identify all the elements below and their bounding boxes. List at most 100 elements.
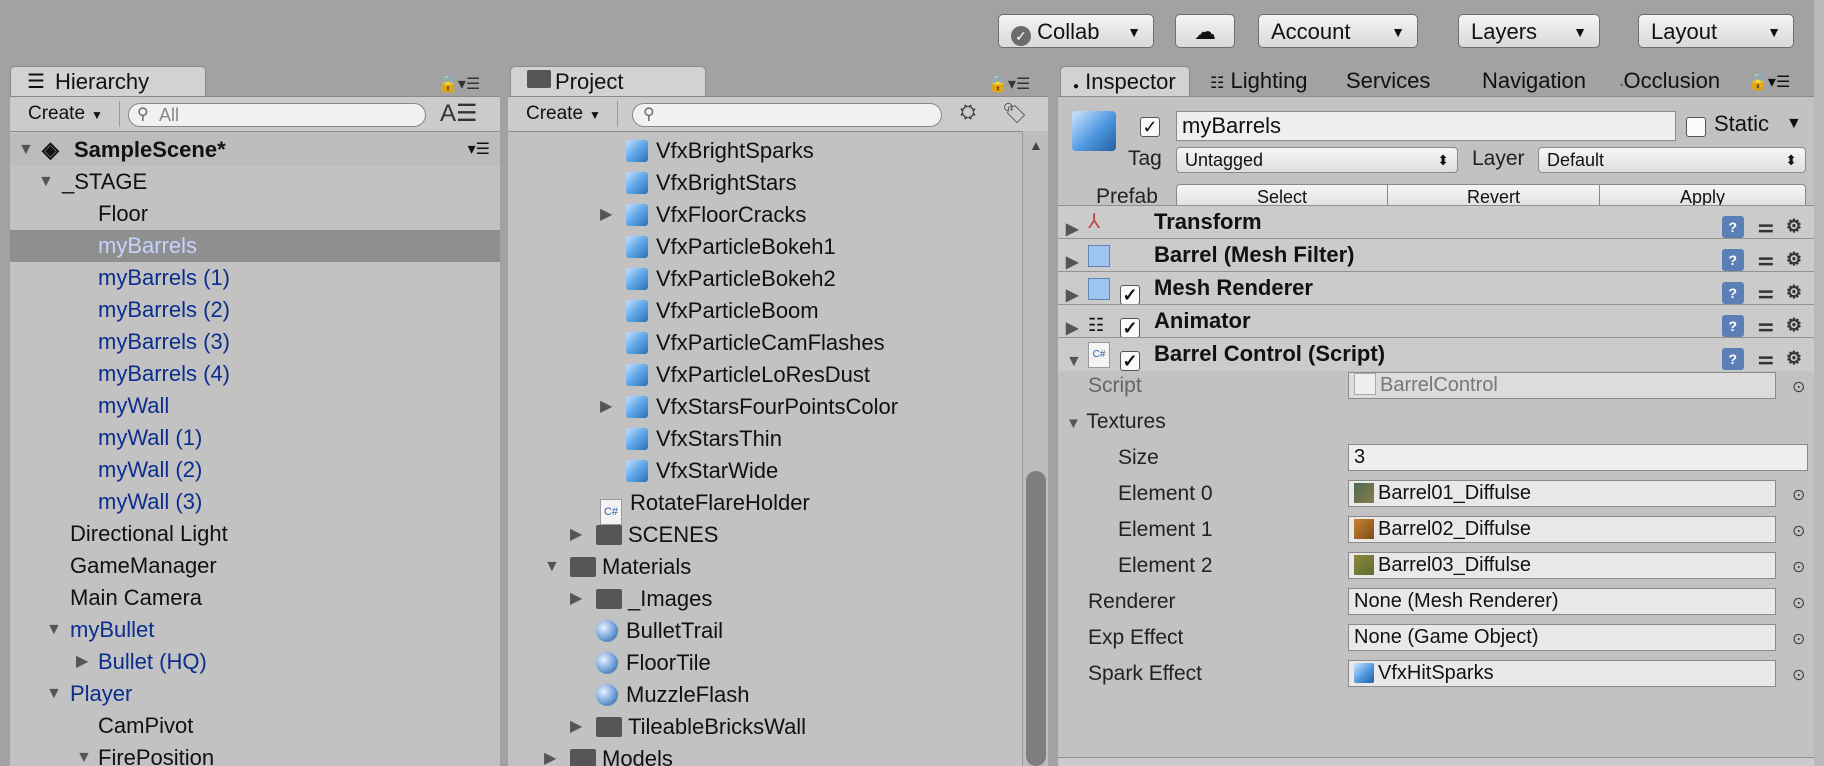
component-next-partial[interactable] <box>1058 757 1814 766</box>
tree-item[interactable]: ▶ Models <box>508 743 1018 766</box>
tree-item[interactable]: ▶ SCENES <box>508 519 1018 551</box>
preset-sliders-icon[interactable]: ⚌ <box>1758 315 1774 335</box>
tree-item[interactable]: VfxParticleBoom <box>508 295 1018 327</box>
help-book-icon[interactable]: ? <box>1721 249 1744 271</box>
filter-icon[interactable]: A☰ <box>440 99 478 128</box>
object-picker-icon[interactable]: ⊙ <box>1792 629 1805 649</box>
hierarchy-create-button[interactable]: Create ▼ <box>20 101 120 127</box>
hierarchy-panel-menu[interactable]: 🔒▾☰ <box>438 74 480 94</box>
collapse-triangle-icon[interactable]: ▼ <box>46 614 62 646</box>
static-checkbox[interactable] <box>1686 117 1706 142</box>
tree-item[interactable]: ▶ _Images <box>508 583 1018 615</box>
tree-item[interactable]: Main Camera <box>10 582 500 614</box>
expand-triangle-icon[interactable]: ▶ <box>600 391 612 423</box>
expand-triangle-icon[interactable]: ▶ <box>544 743 556 766</box>
tree-item[interactable]: GameManager <box>10 550 500 582</box>
gear-icon[interactable]: ⚙ <box>1786 282 1802 302</box>
hierarchy-search-input[interactable]: ⚲ All <box>128 103 426 127</box>
preset-sliders-icon[interactable]: ⚌ <box>1758 348 1774 368</box>
tree-item[interactable]: MuzzleFlash <box>508 679 1018 711</box>
tree-item[interactable]: myWall (3) <box>10 486 500 518</box>
tree-item[interactable]: VfxStarsThin <box>508 423 1018 455</box>
collapse-triangle-icon[interactable]: ▼ <box>38 166 54 198</box>
tree-item[interactable]: BulletTrail <box>508 615 1018 647</box>
scroll-up-arrow-icon[interactable]: ▲ <box>1029 137 1043 153</box>
gear-icon[interactable]: ⚙ <box>1786 348 1802 368</box>
account-dropdown[interactable]: Account ▼ <box>1258 14 1418 48</box>
help-book-icon[interactable]: ? <box>1721 216 1744 238</box>
tree-item[interactable]: ▼ _STAGE <box>10 166 500 198</box>
preset-sliders-icon[interactable]: ⚌ <box>1758 216 1774 236</box>
tree-item[interactable]: myBarrels (4) <box>10 358 500 390</box>
scene-row[interactable]: ▼ ◈ SampleScene* ▾☰ <box>10 134 500 166</box>
collapse-triangle-icon[interactable]: ▼ <box>46 678 62 710</box>
tree-item[interactable]: VfxParticleLoResDust <box>508 359 1018 391</box>
scrollbar-thumb[interactable] <box>1026 471 1046 766</box>
object-picker-icon[interactable]: ⊙ <box>1792 557 1805 577</box>
help-book-icon[interactable]: ? <box>1721 282 1744 304</box>
gear-icon[interactable]: ⚙ <box>1786 216 1802 236</box>
layer-dropdown[interactable]: Default ⬍ <box>1538 147 1806 173</box>
cloud-button[interactable]: ☁ <box>1175 14 1235 48</box>
project-search-input[interactable]: ⚲ <box>632 103 942 127</box>
expand-triangle-icon[interactable]: ▶ <box>570 519 582 551</box>
element2-field[interactable]: Barrel03_Diffulse <box>1348 552 1776 579</box>
renderer-field[interactable]: None (Mesh Renderer) <box>1348 588 1776 615</box>
menu-icon[interactable]: ▾☰ <box>468 134 490 166</box>
tree-item[interactable]: myBarrels <box>10 230 500 262</box>
help-book-icon[interactable]: ? <box>1721 315 1744 337</box>
preset-sliders-icon[interactable]: ⚌ <box>1758 282 1774 302</box>
active-checkbox[interactable]: ✓ <box>1140 117 1160 138</box>
preset-sliders-icon[interactable]: ⚌ <box>1758 249 1774 269</box>
object-picker-icon[interactable]: ⊙ <box>1792 485 1805 505</box>
collab-dropdown[interactable]: ✓ Collab ▼ <box>998 14 1154 48</box>
tree-item[interactable]: ▼ myBullet <box>10 614 500 646</box>
spark-effect-field[interactable]: VfxHitSparks <box>1348 660 1776 687</box>
textures-foldout[interactable]: ▼ Textures <box>1066 408 1166 438</box>
tree-item[interactable]: ▶ VfxFloorCracks <box>508 199 1018 231</box>
tree-item[interactable]: ▶ VfxStarsFourPointsColor <box>508 391 1018 423</box>
component-animator[interactable]: ▶ ☷ ✓ Animator ? ⚌ ⚙ <box>1058 304 1814 338</box>
tab-navigation[interactable]: Navigation <box>1482 66 1586 96</box>
tree-item[interactable]: myWall (2) <box>10 454 500 486</box>
help-book-icon[interactable]: ? <box>1721 348 1744 370</box>
tree-item[interactable]: CamPivot <box>10 710 500 742</box>
tree-item[interactable]: ▼ Player <box>10 678 500 710</box>
project-panel-menu[interactable]: 🔒▾☰ <box>988 74 1030 94</box>
tree-item[interactable]: FloorTile <box>508 647 1018 679</box>
tree-item[interactable]: myBarrels (2) <box>10 294 500 326</box>
collapse-triangle-icon[interactable]: ▼ <box>76 742 92 766</box>
exp-effect-field[interactable]: None (Game Object) <box>1348 624 1776 651</box>
size-input[interactable]: 3 <box>1348 444 1808 471</box>
tab-hierarchy[interactable]: ☰ Hierarchy <box>10 66 206 97</box>
tree-item[interactable]: VfxParticleBokeh1 <box>508 231 1018 263</box>
tree-item[interactable]: myWall (1) <box>10 422 500 454</box>
tree-item[interactable]: VfxBrightStars <box>508 167 1018 199</box>
component-transform[interactable]: ▶ ⅄ Transform ? ⚌ ⚙ <box>1058 205 1814 239</box>
inspector-panel-menu[interactable]: 🔒▾☰ <box>1748 72 1790 92</box>
tree-item[interactable]: ▶ TileableBricksWall <box>508 711 1018 743</box>
tree-item[interactable]: myBarrels (3) <box>10 326 500 358</box>
object-picker-icon[interactable]: ⊙ <box>1792 665 1805 685</box>
tab-lighting[interactable]: ☷ Lighting <box>1210 66 1308 99</box>
project-scrollbar[interactable]: ▲ <box>1022 131 1048 766</box>
object-picker-icon[interactable]: ⊙ <box>1792 593 1805 613</box>
tab-inspector[interactable]: ● Inspector <box>1060 66 1190 97</box>
project-create-button[interactable]: Create ▼ <box>518 101 618 127</box>
expand-triangle-icon[interactable]: ▶ <box>76 646 88 678</box>
tag-icon[interactable]: 🏷 <box>1002 101 1027 126</box>
tree-item[interactable]: ▼ Materials <box>508 551 1018 583</box>
object-picker-icon[interactable]: ⊙ <box>1792 377 1805 397</box>
filter-by-type-icon[interactable]: ⛭ <box>960 101 976 124</box>
object-picker-icon[interactable]: ⊙ <box>1792 521 1805 541</box>
layers-dropdown[interactable]: Layers ▼ <box>1458 14 1600 48</box>
gear-icon[interactable]: ⚙ <box>1786 249 1802 269</box>
tree-item[interactable]: Floor <box>10 198 500 230</box>
component-mesh-filter[interactable]: ▶ Barrel (Mesh Filter) ? ⚌ ⚙ <box>1058 238 1814 272</box>
tree-item[interactable]: myWall <box>10 390 500 422</box>
expand-triangle-icon[interactable]: ▶ <box>600 199 612 231</box>
expand-triangle-icon[interactable]: ▶ <box>570 711 582 743</box>
tab-services[interactable]: Services <box>1346 66 1430 96</box>
object-name-input[interactable]: myBarrels <box>1176 111 1676 141</box>
tree-item[interactable]: Directional Light <box>10 518 500 550</box>
